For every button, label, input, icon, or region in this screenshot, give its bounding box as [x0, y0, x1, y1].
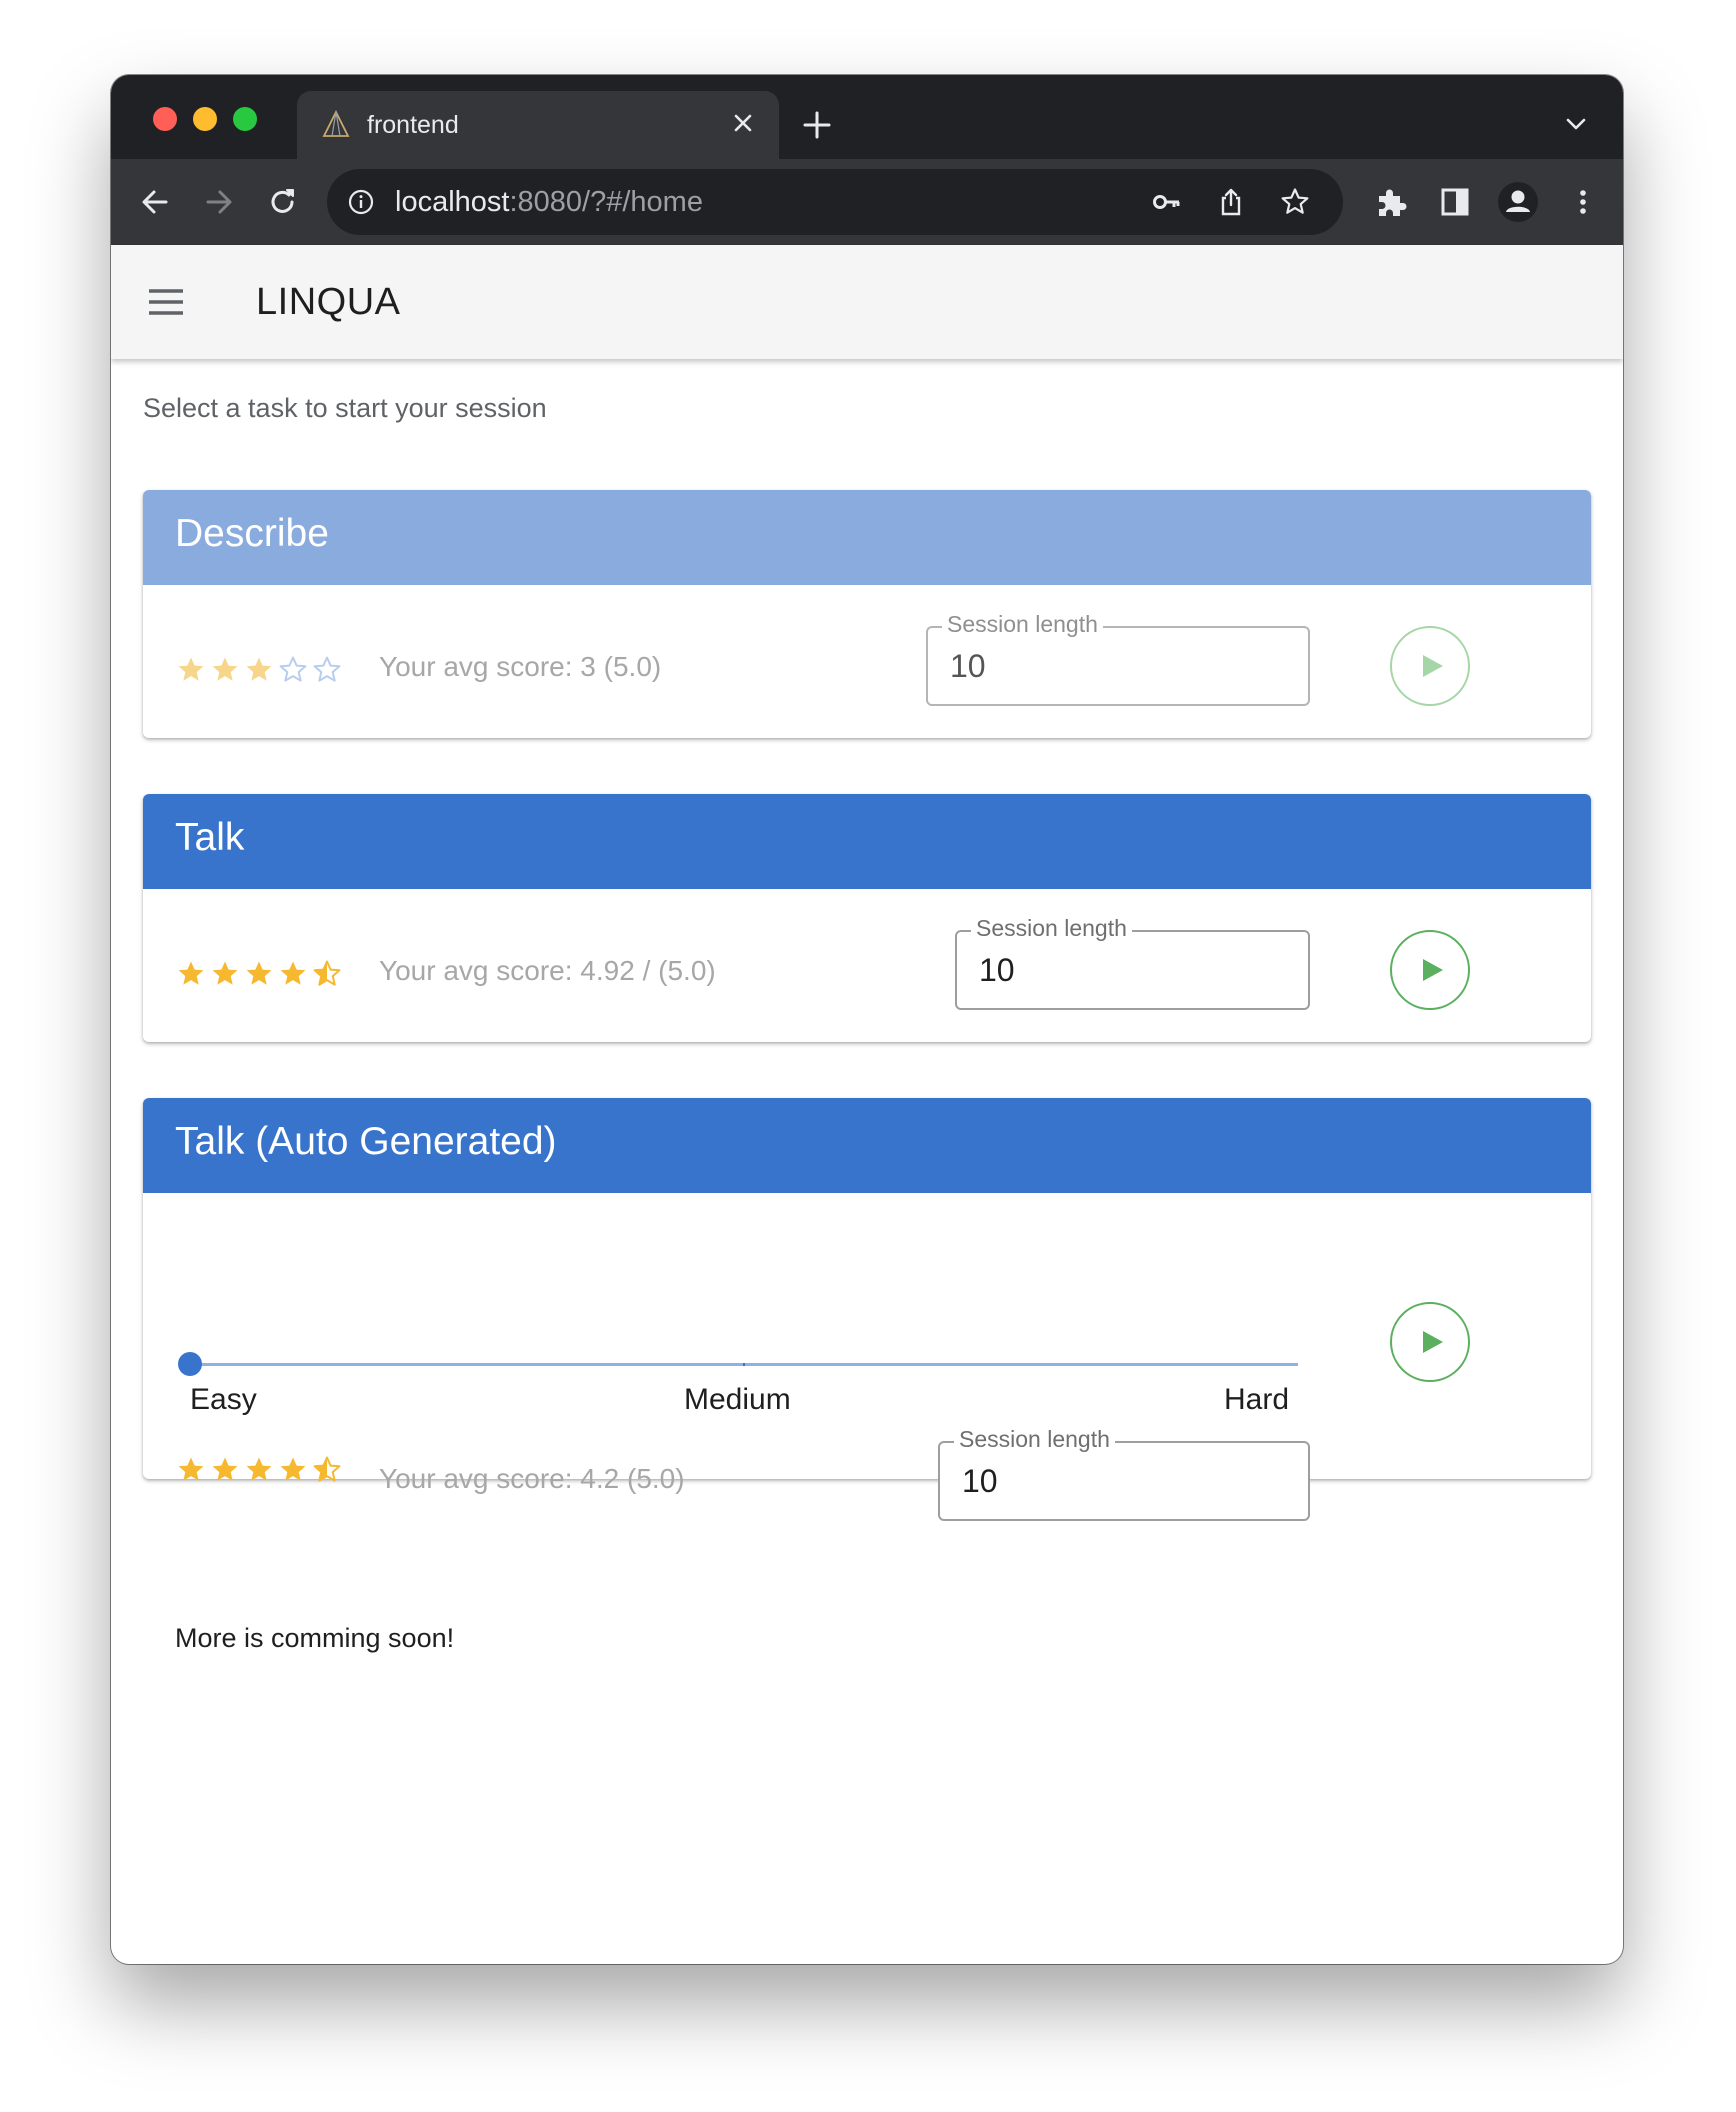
url-text[interactable]: localhost:8080/?#/home — [395, 186, 703, 219]
reload-icon[interactable] — [265, 184, 301, 220]
avg-score-text: Your avg score: 4.92 / (5.0) — [379, 955, 716, 986]
kebab-menu-icon[interactable] — [1565, 184, 1601, 220]
address-bar[interactable]: localhost:8080/?#/home — [327, 169, 1343, 235]
maximize-window-button[interactable] — [233, 107, 257, 131]
start-session-button[interactable] — [1390, 626, 1470, 706]
difficulty-label-medium[interactable]: Medium — [684, 1383, 791, 1417]
session-length-value[interactable]: 10 — [962, 1463, 998, 1500]
close-window-button[interactable] — [153, 107, 177, 131]
favicon-icon — [322, 109, 350, 137]
star-half-icon — [313, 1456, 341, 1482]
minimize-window-button[interactable] — [193, 107, 217, 131]
rating-stars — [175, 654, 343, 686]
session-length-label: Session length — [971, 915, 1132, 942]
task-card-describe: Describe Your avg score: 3 (5.0) Session… — [143, 490, 1591, 738]
slider-thumb[interactable] — [178, 1352, 202, 1376]
back-arrow-icon[interactable] — [137, 184, 173, 220]
rating-stars — [175, 1454, 343, 1486]
hamburger-menu-icon[interactable] — [147, 283, 185, 321]
tab-strip: frontend — [111, 75, 1623, 159]
profile-icon[interactable] — [1497, 181, 1539, 223]
session-length-label: Session length — [954, 1426, 1115, 1453]
star-filled-icon — [212, 1457, 238, 1481]
session-length-field[interactable]: Session length 10 — [926, 611, 1310, 706]
star-filled-icon — [246, 961, 272, 985]
chevron-down-icon[interactable] — [1561, 109, 1591, 139]
info-icon[interactable] — [347, 188, 375, 216]
slider-tick — [743, 1363, 745, 1366]
difficulty-label-hard[interactable]: Hard — [1224, 1383, 1289, 1417]
star-filled-icon — [280, 1457, 306, 1481]
url-host: localhost — [395, 186, 510, 218]
card-header: Describe — [143, 490, 1591, 585]
rating-stars — [175, 958, 343, 990]
avg-score-text: Your avg score: 3 (5.0) — [379, 651, 662, 682]
card-title: Talk (Auto Generated) — [175, 1120, 557, 1163]
tab-title: frontend — [367, 111, 459, 139]
card-header: Talk (Auto Generated) — [143, 1098, 1591, 1193]
difficulty-label-easy[interactable]: Easy — [190, 1383, 257, 1417]
session-length-field[interactable]: Session length 10 — [938, 1426, 1310, 1521]
star-filled-icon — [280, 961, 306, 985]
card-title: Talk — [175, 816, 245, 859]
app-bar: LINQUA — [111, 245, 1623, 359]
play-icon — [1423, 1331, 1443, 1353]
key-icon[interactable] — [1151, 186, 1183, 218]
browser-window: frontend localhost:8080/?#/home LINQUA S… — [111, 75, 1623, 1964]
session-length-label: Session length — [942, 611, 1103, 638]
new-tab-icon[interactable] — [801, 109, 833, 141]
star-filled-icon — [212, 657, 238, 681]
url-path: :8080/?#/home — [509, 186, 703, 218]
share-icon[interactable] — [1215, 186, 1247, 218]
bookmark-star-icon[interactable] — [1279, 186, 1311, 218]
star-filled-icon — [246, 657, 272, 681]
star-empty-icon — [279, 656, 307, 682]
side-panel-icon[interactable] — [1437, 184, 1473, 220]
start-session-button[interactable] — [1390, 930, 1470, 1010]
task-card-talk: Talk Your avg score: 4.92 / (5.0) Sessio… — [143, 794, 1591, 1042]
star-filled-icon — [178, 1457, 204, 1481]
star-filled-icon — [178, 961, 204, 985]
avg-score-text: Your avg score: 4.2 (5.0) — [379, 1463, 685, 1494]
page-subtitle: Select a task to start your session — [143, 393, 547, 423]
task-card-talk-auto: Talk (Auto Generated) Easy Medium Hard Y… — [143, 1098, 1591, 1521]
start-session-button[interactable] — [1390, 1302, 1470, 1382]
close-tab-icon[interactable] — [727, 107, 759, 139]
forward-arrow-icon[interactable] — [201, 184, 237, 220]
star-empty-icon — [313, 656, 341, 682]
card-title: Describe — [175, 512, 329, 555]
browser-toolbar: localhost:8080/?#/home — [111, 159, 1623, 245]
session-length-value[interactable]: 10 — [950, 648, 986, 685]
star-half-icon — [313, 960, 341, 986]
star-filled-icon — [246, 1457, 272, 1481]
card-header: Talk — [143, 794, 1591, 889]
star-filled-icon — [178, 657, 204, 681]
extensions-icon[interactable] — [1373, 184, 1409, 220]
session-length-field[interactable]: Session length 10 — [955, 915, 1310, 1010]
footer-note: More is comming soon! — [175, 1623, 455, 1653]
play-icon — [1423, 959, 1443, 981]
app-title: LINQUA — [256, 281, 401, 323]
star-filled-icon — [212, 961, 238, 985]
play-icon — [1423, 655, 1443, 677]
session-length-value[interactable]: 10 — [979, 952, 1015, 989]
browser-tab[interactable]: frontend — [297, 91, 779, 159]
